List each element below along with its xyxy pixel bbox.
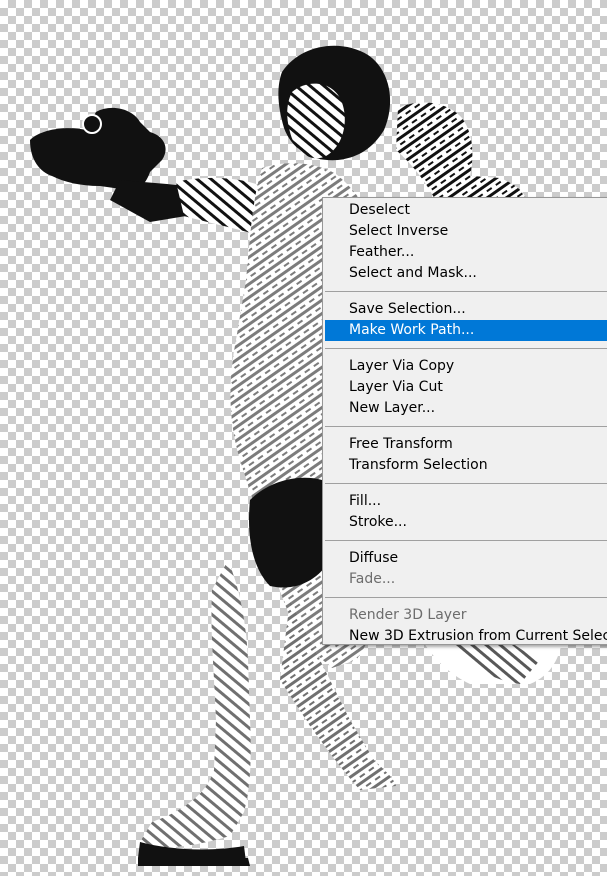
menu-item-fade: Fade... xyxy=(349,571,396,587)
menu-item-free-transform[interactable]: Free Transform xyxy=(323,434,607,455)
menu-separator xyxy=(325,291,607,292)
menu-item-layer-via-cut[interactable]: Layer Via Cut xyxy=(323,377,607,398)
menu-item-make-work-path[interactable]: Make Work Path... xyxy=(325,320,607,341)
menu-separator xyxy=(325,483,607,484)
menu-separator xyxy=(325,426,607,427)
menu-separator xyxy=(325,597,607,598)
menu-item-save-selection[interactable]: Save Selection... xyxy=(323,299,607,320)
menu-separator xyxy=(325,348,607,349)
menu-item-feather[interactable]: Feather... xyxy=(323,242,607,263)
menu-separator xyxy=(325,540,607,541)
menu-item-new-3d-extrusion[interactable]: New 3D Extrusion from Current Selection xyxy=(323,626,607,647)
menu-item-transform-selection[interactable]: Transform Selection xyxy=(323,455,607,476)
menu-item-render-3d-layer: Render 3D Layer xyxy=(349,607,467,623)
menu-item-fill[interactable]: Fill... xyxy=(323,491,607,512)
selection-context-menu: Deselect Select Inverse Feather... Selec… xyxy=(322,197,607,645)
menu-item-diffuse[interactable]: Diffuse xyxy=(323,548,607,569)
menu-item-new-layer[interactable]: New Layer... xyxy=(323,398,607,419)
menu-item-stroke[interactable]: Stroke... xyxy=(323,512,607,533)
menu-item-layer-via-copy[interactable]: Layer Via Copy xyxy=(323,356,607,377)
menu-item-select-inverse[interactable]: Select Inverse xyxy=(323,221,607,242)
menu-item-select-and-mask[interactable]: Select and Mask... xyxy=(323,263,607,284)
document-canvas[interactable]: Deselect Select Inverse Feather... Selec… xyxy=(0,0,607,876)
menu-item-deselect[interactable]: Deselect xyxy=(323,200,607,221)
